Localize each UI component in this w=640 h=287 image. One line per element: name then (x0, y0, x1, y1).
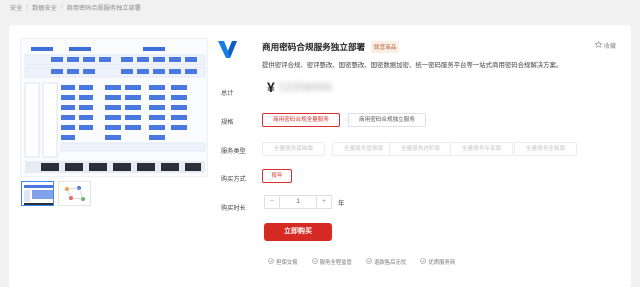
check-circle-icon (366, 258, 372, 266)
service-type-basic[interactable]: 全量服务基础版 (262, 142, 325, 156)
product-preview-image[interactable] (20, 38, 208, 177)
increment-button[interactable]: + (316, 195, 332, 209)
thumbnail-list (21, 181, 91, 206)
duration-input[interactable]: 1 (280, 195, 316, 209)
guarantee-item: 服务全程监管 (311, 258, 352, 266)
guarantee-item: 担保交易 (268, 258, 298, 266)
buy-now-button[interactable]: 立即购买 (264, 223, 332, 241)
service-type-label: 服务类型 (221, 148, 246, 155)
purchase-method-label: 购买方式 (221, 176, 246, 183)
thumbnail-flow-icon (65, 186, 85, 201)
check-circle-icon (420, 258, 427, 266)
decrement-button[interactable]: − (264, 195, 280, 209)
partner-badge: 联营商品 (371, 41, 400, 53)
breadcrumb-separator-icon: / (26, 4, 29, 11)
price-amount: 12256000 (278, 80, 333, 94)
breadcrumb-item-data-security[interactable]: 数据安全 (32, 3, 57, 12)
duration-stepper: − 1 + 年 (264, 195, 344, 209)
service-type-exclusive[interactable]: 全量服务专享版 (450, 142, 513, 156)
breadcrumb-item-security[interactable]: 安全 (10, 3, 22, 12)
spec-option-standalone[interactable]: 商用密码合规独立服务 (348, 113, 426, 127)
spec-label: 规格 (221, 119, 234, 126)
architecture-diagram-image (21, 39, 207, 176)
product-title: 商用密码合规服务独立部署 (262, 42, 366, 52)
breadcrumb-separator-icon: / (60, 4, 63, 11)
check-circle-icon (268, 258, 274, 266)
favorite-button[interactable]: 收藏 (594, 40, 617, 50)
star-icon (594, 40, 603, 50)
favorite-label: 收藏 (604, 44, 617, 50)
breadcrumb: 安全 / 数据安全 / 商用密码合规服务独立部署 (10, 3, 141, 12)
purchase-method-yearly[interactable]: 按年 (262, 169, 292, 183)
guarantee-label: 服务全程监管 (319, 260, 352, 266)
guarantee-label: 担保交易 (276, 260, 298, 266)
product-card: 商用密码合规服务独立部署 联营商品 收藏 提供密评合规、密评整改、国密整改、国密… (9, 25, 631, 287)
guarantee-item: 优质服务商 (420, 258, 455, 266)
price-currency: ¥ (267, 79, 275, 95)
spec-option-full[interactable]: 商用密码合规全量服务 (262, 113, 340, 127)
thumbnail-1[interactable] (21, 181, 54, 206)
guarantee-list: 担保交易 服务全程监管 退款售后无忧 优质服务商 (268, 258, 455, 266)
service-type-enhanced[interactable]: 全量服务增强版 (332, 142, 395, 156)
duration-label: 购买时长 (221, 205, 246, 212)
check-circle-icon (311, 258, 318, 266)
total-label: 总计 (221, 90, 234, 97)
breadcrumb-item-current: 商用密码合规服务独立部署 (66, 5, 141, 12)
service-type-advanced[interactable]: 全量服务进阶版 (389, 142, 452, 156)
guarantee-label: 优质服务商 (428, 260, 456, 266)
duration-unit: 年 (338, 199, 345, 207)
guarantee-label: 退款售后无忧 (373, 260, 407, 266)
thumbnail-2[interactable] (58, 181, 91, 206)
price: ¥ 12256000 (267, 79, 332, 95)
guarantee-item: 退款售后无忧 (366, 258, 406, 266)
product-logo-icon (218, 41, 237, 58)
service-type-comprehensive[interactable]: 全量服务全面版 (514, 142, 577, 156)
product-description: 提供密评合规、密评整改、国密整改、国密数据加密、统一密码服务平台等一站式商用密码… (262, 62, 563, 69)
thumbnail-diagram-icon (24, 185, 53, 205)
